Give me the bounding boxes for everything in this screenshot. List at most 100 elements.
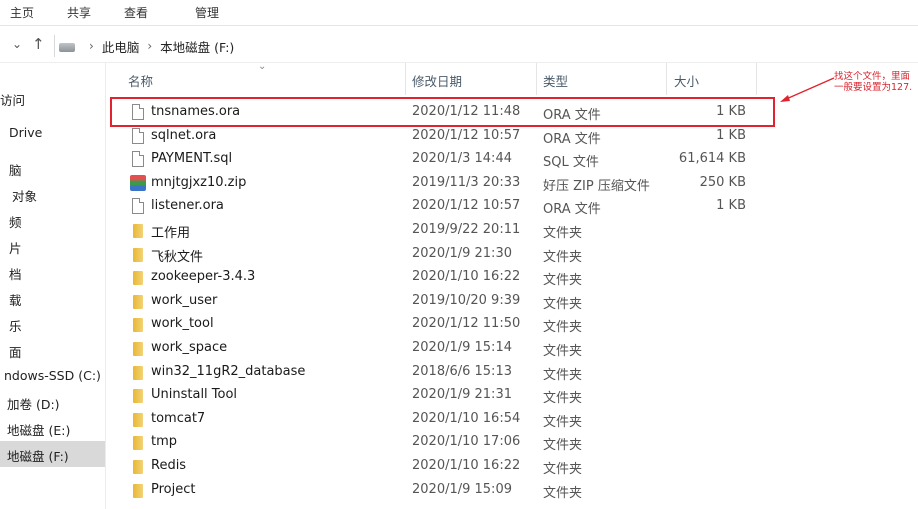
address-bar: ⌄ ↑ › 此电脑 › 本地磁盘 (F:) — [0, 27, 918, 63]
column-divider[interactable] — [536, 63, 537, 95]
breadcrumb-local-disk-f[interactable]: 本地磁盘 (F:) — [160, 37, 234, 56]
file-date: 2020/1/9 21:30 — [412, 245, 512, 261]
file-name: tomcat7 — [151, 410, 206, 426]
highlight-box — [110, 97, 775, 127]
column-header-type[interactable]: 类型 — [543, 63, 663, 95]
folder-icon — [133, 365, 143, 380]
column-header-size[interactable]: 大小 — [674, 63, 754, 95]
file-type: 文件夹 — [543, 391, 583, 407]
file-name: work_user — [151, 292, 218, 308]
ribbon-tab-home[interactable]: 主页 — [10, 4, 34, 21]
file-list: ⌄ 名称 修改日期 类型 大小 tnsnames.ora 2020/1/12 11… — [106, 61, 918, 509]
file-row[interactable]: work_tool 2020/1/12 11:50 文件夹 — [126, 313, 766, 337]
file-icon — [132, 127, 144, 144]
folder-icon — [133, 483, 143, 498]
file-row[interactable]: tomcat7 2020/1/10 16:54 文件夹 — [126, 408, 766, 432]
folder-icon — [133, 224, 143, 238]
sidebar-item-drive-e[interactable]: 地磁盘 (E:) — [7, 415, 105, 441]
annotation-line: 一般要设置为127. — [834, 82, 913, 93]
file-type: ORA 文件 — [543, 202, 601, 218]
sidebar-item-videos[interactable]: 频 — [9, 207, 105, 233]
breadcrumb-separator-icon: › — [147, 39, 153, 53]
sidebar-item-documents[interactable]: 档 — [9, 259, 105, 285]
file-name: PAYMENT.sql — [151, 151, 233, 167]
file-name: sqlnet.ora — [151, 127, 217, 143]
file-date: 2020/1/12 11:50 — [412, 316, 521, 332]
folder-icon — [133, 436, 143, 451]
file-type: 文件夹 — [543, 438, 583, 454]
file-row[interactable]: win32_11gR2_database 2018/6/6 15:13 文件夹 — [126, 361, 766, 385]
file-row[interactable]: tmp 2020/1/10 17:06 文件夹 — [126, 431, 766, 455]
folder-icon — [133, 271, 143, 286]
ribbon-tab-view[interactable]: 查看 — [124, 4, 148, 21]
file-name: work_space — [151, 340, 228, 355]
file-date: 2020/1/10 16:22 — [412, 458, 521, 473]
file-row[interactable]: listener.ora 2020/1/12 10:57 ORA 文件 1 KB — [126, 195, 766, 219]
file-type: 文件夹 — [543, 296, 583, 312]
file-type: ORA 文件 — [543, 131, 601, 147]
breadcrumb-this-pc[interactable]: 此电脑 — [102, 37, 140, 56]
breadcrumb[interactable]: › 此电脑 › 本地磁盘 (F:) — [54, 35, 918, 57]
file-type: 文件夹 — [543, 462, 583, 477]
file-date: 2020/1/9 21:31 — [412, 387, 512, 403]
file-date: 2019/9/22 20:11 — [412, 222, 521, 237]
column-header-date[interactable]: 修改日期 — [412, 63, 532, 95]
sidebar-item-quick-access[interactable]: 访问 — [0, 85, 105, 111]
sidebar-item-pictures[interactable]: 片 — [9, 233, 105, 259]
file-name: Redis — [151, 458, 187, 473]
file-type: 文件夹 — [543, 226, 583, 241]
sidebar-item-onedrive[interactable]: Drive — [9, 120, 105, 146]
sidebar-item-this-pc[interactable]: 脑 — [9, 155, 105, 181]
sidebar-item-music[interactable]: 乐 — [9, 311, 105, 337]
drive-icon — [59, 42, 75, 52]
file-type: 好压 ZIP 压缩文件 — [543, 178, 650, 194]
folder-icon — [133, 412, 143, 427]
folder-icon — [133, 389, 143, 404]
file-type: 文件夹 — [543, 485, 583, 501]
folder-icon — [133, 318, 143, 333]
folder-icon — [133, 294, 143, 309]
sidebar-item-drive-c[interactable]: ndows-SSD (C:) — [4, 363, 105, 389]
file-date: 2020/1/10 16:22 — [412, 269, 521, 285]
column-divider[interactable] — [756, 63, 757, 95]
navigation-pane: 访问 Drive 脑 对象 频 片 档 载 乐 面 ndows-SSD (C:)… — [0, 63, 106, 509]
file-row[interactable]: sqlnet.ora 2020/1/12 10:57 ORA 文件 1 KB — [126, 125, 766, 149]
file-name: tmp — [151, 434, 178, 450]
file-name: listener.ora — [151, 198, 224, 214]
file-row[interactable]: work_space 2020/1/9 15:14 文件夹 — [126, 337, 766, 361]
file-date: 2020/1/9 15:09 — [412, 481, 512, 497]
file-row[interactable]: work_user 2019/10/20 9:39 文件夹 — [126, 290, 766, 314]
file-row[interactable]: PAYMENT.sql 2020/1/3 14:44 SQL 文件 61,614 KB — [126, 148, 766, 172]
file-icon — [132, 151, 144, 168]
file-type: 文件夹 — [543, 414, 583, 430]
up-arrow-icon[interactable]: ↑ — [32, 35, 45, 53]
file-date: 2019/10/20 9:39 — [412, 292, 521, 308]
file-row[interactable]: zookeeper-3.4.3 2020/1/10 16:22 文件夹 — [126, 266, 766, 290]
folder-icon — [133, 342, 143, 356]
file-row[interactable]: Uninstall Tool 2020/1/9 21:31 文件夹 — [126, 384, 766, 408]
file-row[interactable]: Project 2020/1/9 15:09 文件夹 — [126, 479, 766, 503]
sidebar-item-drive-d[interactable]: 加卷 (D:) — [7, 389, 105, 415]
ribbon-tab-manage[interactable]: 管理 — [195, 4, 219, 21]
file-row[interactable]: mnjtgjxz10.zip 2019/11/3 20:33 好压 ZIP 压缩文件… — [126, 172, 766, 196]
sidebar-item-downloads[interactable]: 载 — [9, 285, 105, 311]
file-size: 61,614 KB — [678, 151, 746, 167]
file-name: zookeeper-3.4.3 — [151, 269, 256, 285]
sidebar-item-3d-objects[interactable]: 对象 — [12, 181, 105, 207]
file-row[interactable]: Redis 2020/1/10 16:22 文件夹 — [126, 455, 766, 479]
ribbon-tab-share[interactable]: 共享 — [67, 4, 91, 21]
sidebar-item-desktop[interactable]: 面 — [9, 337, 105, 363]
file-row[interactable]: 工作用 2019/9/22 20:11 文件夹 — [126, 219, 766, 243]
sidebar-item-drive-f[interactable]: 地磁盘 (F:) — [0, 441, 105, 467]
annotation-note: 找这个文件，里面 一般要设置为127. — [834, 71, 918, 93]
recent-locations-chevron-icon[interactable]: ⌄ — [12, 37, 22, 51]
file-size: 1 KB — [716, 198, 746, 214]
file-type: 文件夹 — [543, 320, 583, 336]
file-row[interactable]: 飞秋文件 2020/1/9 21:30 文件夹 — [126, 243, 766, 267]
file-type: 文件夹 — [543, 344, 583, 359]
annotation-arrow-icon — [780, 77, 835, 102]
column-header-name[interactable]: 名称 — [128, 63, 398, 95]
column-divider[interactable] — [666, 63, 667, 95]
column-divider[interactable] — [405, 63, 406, 95]
file-name: 飞秋文件 — [151, 249, 204, 265]
